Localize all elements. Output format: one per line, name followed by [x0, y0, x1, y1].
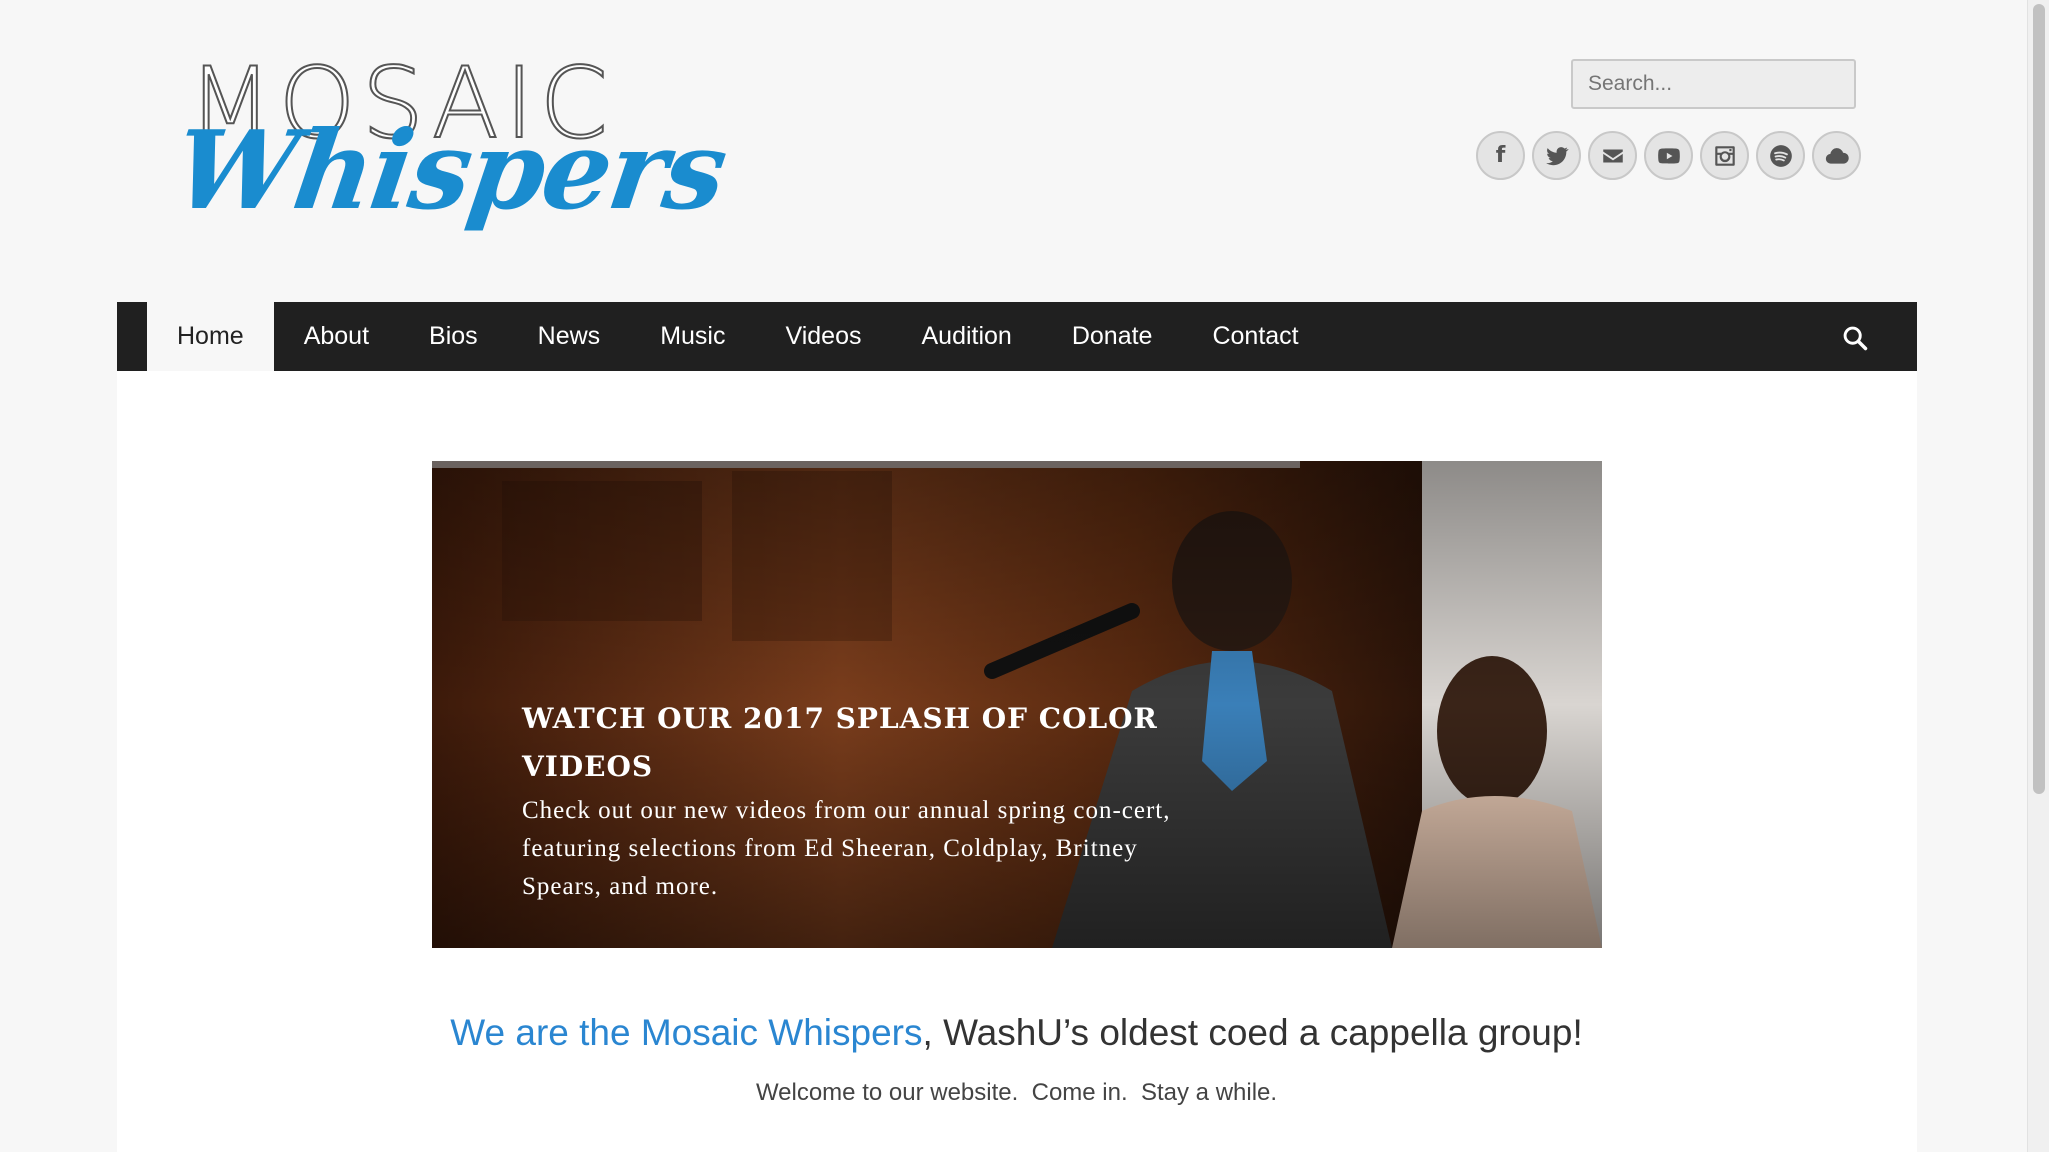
intro-subline: Welcome to our website. Come in. Stay a … — [755, 1079, 1278, 1106]
nav-item-contact[interactable]: Contact — [1182, 302, 1328, 371]
intro-headline-rest: , WashU’s oldest coed a cappella group! — [922, 1012, 1583, 1053]
scrollbar[interactable] — [2027, 0, 2049, 1152]
nav-item-home[interactable]: Home — [147, 302, 274, 371]
intro-headline-link[interactable]: We are the Mosaic Whispers — [450, 1012, 922, 1053]
slide-progress-bar — [432, 461, 1300, 468]
spotify-icon[interactable] — [1756, 131, 1805, 180]
nav-item-audition[interactable]: Audition — [891, 302, 1041, 371]
search-icon[interactable] — [1841, 324, 1869, 352]
facebook-icon[interactable]: f — [1476, 131, 1525, 180]
nav-item-news[interactable]: News — [508, 302, 631, 371]
mail-icon[interactable] — [1588, 131, 1637, 180]
youtube-icon[interactable] — [1644, 131, 1693, 180]
nav-item-about[interactable]: About — [274, 302, 399, 371]
nav-item-bios[interactable]: Bios — [399, 302, 508, 371]
nav-item-music[interactable]: Music — [630, 302, 755, 371]
scrollbar-thumb[interactable] — [2033, 4, 2045, 794]
site-logo[interactable]: MOSAIC Whispers — [167, 54, 732, 250]
slide-text: Check out our new videos from our annual… — [522, 797, 1171, 900]
instagram-icon[interactable] — [1700, 131, 1749, 180]
nav-item-donate[interactable]: Donate — [1042, 302, 1183, 371]
twitter-icon[interactable] — [1532, 131, 1581, 180]
nav-item-videos[interactable]: Videos — [755, 302, 891, 371]
featured-slide[interactable]: WATCH OUR 2017 SPLASH OF COLOR VIDEOS Ch… — [432, 461, 1602, 948]
cloud-icon[interactable] — [1812, 131, 1861, 180]
main-nav: Home About Bios News Music Videos Auditi… — [117, 302, 1917, 371]
slide-title[interactable]: WATCH OUR 2017 SPLASH OF COLOR VIDEOS — [522, 695, 1182, 791]
social-links: f — [1476, 131, 1861, 180]
header-search-input[interactable] — [1571, 59, 1856, 109]
logo-bottom-text: Whispers — [167, 108, 733, 234]
intro-headline: We are the Mosaic Whispers, WashU’s olde… — [0, 1012, 2033, 1054]
